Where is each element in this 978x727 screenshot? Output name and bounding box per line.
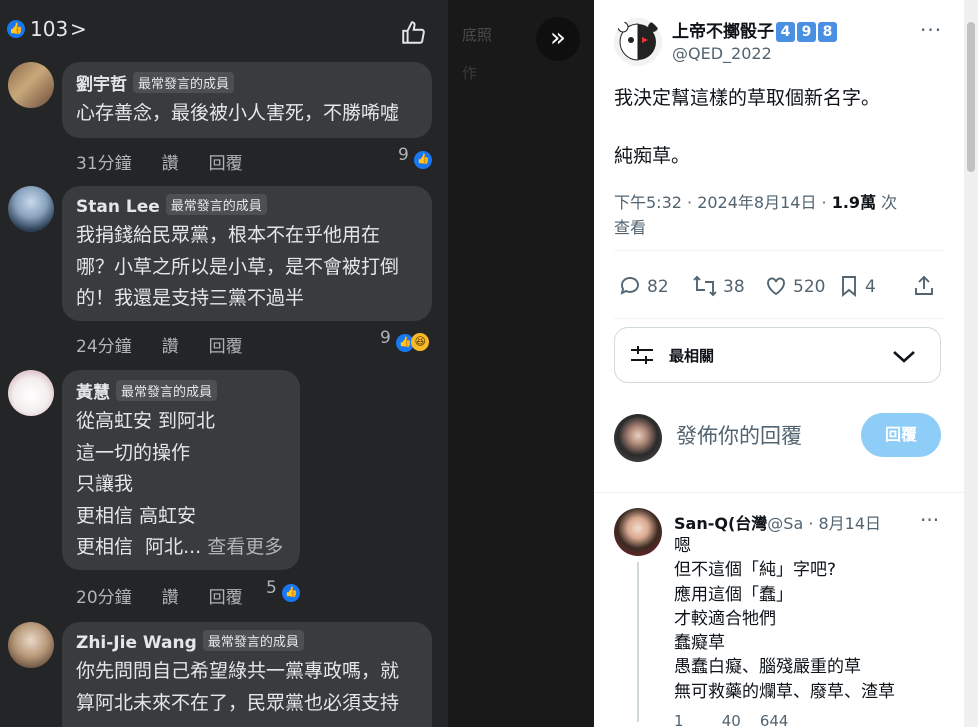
share-button[interactable]: [912, 274, 941, 298]
like-stat[interactable]: 520: [764, 274, 825, 298]
comment-text: 我捐錢給民眾黨，根本不在乎他用在 哪？小草之所以是小草，是不會被打倒 的！我還是…: [76, 224, 400, 309]
reaction-count[interactable]: 103: [30, 17, 68, 41]
member-badge: 最常發言的成員: [133, 72, 235, 93]
like-outline-icon[interactable]: [400, 20, 426, 46]
reply-button[interactable]: 回覆: [861, 413, 941, 457]
avatar[interactable]: [8, 62, 54, 108]
sliders-icon: [631, 346, 653, 364]
reply-count: 82: [647, 277, 669, 297]
member-badge: 最常發言的成員: [165, 194, 267, 215]
comment-time: 24分鐘: [76, 337, 132, 357]
tweet-meta: 下午5:32 · 2024年8月14日 · 1.9萬 次 查看: [614, 190, 934, 240]
tweet-panel: 上帝不擲骰子 4 9 8 @QED_2022 ··· 我決定幫這樣的草取個新名字。 純…: [594, 0, 964, 727]
comment-bubble: Stan Lee 最常發言的成員 我捐錢給民眾黨，根本不在乎他用在 哪？小草之所以…: [62, 186, 432, 321]
background-video-area: 底照 作 »: [448, 0, 594, 727]
more-options-icon[interactable]: ···: [920, 18, 942, 42]
facebook-comments-panel: 👍 103 > 劉宇哲 最常發言的成員 心存善念，最後被小人害死，不勝唏噓 31分…: [0, 0, 448, 727]
double-chevron-right-icon[interactable]: »: [536, 17, 580, 61]
reply-handle-date[interactable]: @Sa · 8月14日: [767, 514, 881, 533]
comment-bubble: 劉宇哲 最常發言的成員 心存善念，最後被小人害死，不勝唏噓: [62, 62, 432, 138]
retweet-count: 38: [723, 277, 745, 297]
sort-label: 最相關: [669, 347, 715, 365]
comment-author[interactable]: Zhi-Jie Wang: [76, 633, 197, 653]
reactions-header: 👍 103 >: [0, 0, 448, 60]
reaction-number: 5: [266, 578, 277, 598]
comment-text: 從高虹安 到阿北 這一切的操作 只讓我 更相信 高虹安 更相信 阿北... 查看…: [76, 406, 286, 564]
chevron-down-icon: [893, 351, 915, 363]
retweet-stat[interactable]: 38: [692, 274, 745, 298]
display-name[interactable]: 上帝不擲骰子 4 9 8: [672, 17, 837, 42]
divider: [614, 318, 944, 319]
reply-engagement: 1 40 644: [674, 712, 789, 727]
keycap-digit: 9: [797, 22, 816, 42]
tweet-text: 我決定幫這樣的草取個新名字。 純痴草。: [614, 87, 881, 167]
like-reaction-icon: 👍: [7, 20, 25, 38]
avatar[interactable]: [8, 370, 54, 416]
scrollbar-thumb[interactable]: [967, 22, 975, 172]
reply-link[interactable]: 回覆: [209, 588, 243, 608]
member-badge: 最常發言的成員: [116, 380, 218, 401]
heart-icon: [767, 277, 785, 296]
comment-author[interactable]: Stan Lee: [76, 197, 160, 217]
reply-stat[interactable]: 82: [618, 274, 669, 298]
more-options-icon[interactable]: ···: [920, 508, 939, 532]
divider: [594, 492, 964, 493]
handle[interactable]: @QED_2022: [672, 44, 772, 63]
like-count: 520: [793, 277, 826, 297]
keycap-digit: 8: [818, 22, 837, 42]
avatar[interactable]: [8, 622, 54, 668]
avatar[interactable]: [614, 508, 662, 556]
comment-reactions[interactable]: 9 👍: [398, 145, 433, 169]
display-name-text: 上帝不擲骰子: [672, 22, 774, 42]
comment-time: 31分鐘: [76, 154, 132, 174]
reply-link[interactable]: 回覆: [209, 154, 243, 174]
view-count: 1.9萬: [831, 193, 877, 212]
reaction-number: 9: [398, 145, 409, 165]
comment-text-body: 從高虹安 到阿北 這一切的操作 只讓我 更相信 高虹安 更相信 阿北...: [76, 410, 216, 558]
current-user-avatar[interactable]: [614, 414, 662, 462]
see-more-link[interactable]: 查看更多: [201, 536, 283, 558]
reply-input[interactable]: 發佈你的回覆: [676, 420, 802, 450]
reply-header: San-Q(台灣@Sa · 8月14日: [674, 510, 924, 534]
bookmark-stat[interactable]: 4: [838, 274, 876, 298]
comment-reactions[interactable]: 9 👍 😆: [380, 328, 430, 352]
reaction-number: 9: [380, 328, 391, 348]
avatar[interactable]: [8, 186, 54, 232]
reply-text: 嗯 但不這個「純」字吧? 應用這個「蠢」 才較適合牠們 蠢癡草 愚蠢白癡、腦殘嚴…: [674, 536, 895, 702]
avatar[interactable]: [614, 18, 662, 66]
comment-text: 你先問問自己希望綠共一黨專政嗎，就 算阿北未來不在了，民眾黨也必須支持: [76, 660, 400, 714]
chevron-right-icon[interactable]: >: [70, 17, 87, 41]
bookmark-count: 4: [865, 277, 876, 297]
reply-link[interactable]: 回覆: [209, 337, 243, 357]
bookmark-icon: [842, 276, 856, 298]
like-reaction-icon: 👍: [282, 584, 301, 602]
faded-text: 底照: [462, 26, 493, 44]
tweet-timestamp[interactable]: 下午5:32 · 2024年8月14日 ·: [614, 193, 832, 212]
comment-reactions[interactable]: 5 👍: [266, 578, 301, 602]
member-badge: 最常發言的成員: [202, 630, 304, 651]
share-icon: [915, 275, 933, 295]
keycap-digit: 4: [776, 22, 795, 42]
comment-author[interactable]: 劉宇哲: [76, 75, 127, 95]
comment-author[interactable]: 黃慧: [76, 383, 110, 403]
monokuma-avatar-icon: [614, 18, 662, 66]
comment-text: 心存善念，最後被小人害死，不勝唏噓: [76, 102, 400, 124]
sort-replies-dropdown[interactable]: 最相關: [614, 327, 941, 383]
comment-bubble: Zhi-Jie Wang 最常發言的成員 你先問問自己希望綠共一黨專政嗎，就 算阿…: [62, 622, 432, 727]
divider: [614, 250, 944, 251]
haha-reaction-icon: 😆: [411, 333, 430, 351]
like-link[interactable]: 讚: [162, 154, 179, 174]
like-link[interactable]: 讚: [162, 337, 179, 357]
comment-bubble: 黃慧 最常發言的成員 從高虹安 到阿北 這一切的操作 只讓我 更相信 高虹安 更相…: [62, 370, 300, 570]
faded-text: 作: [462, 64, 478, 82]
reply-author[interactable]: San-Q(台灣: [674, 514, 767, 533]
retweet-icon: [693, 275, 717, 297]
scrollbar[interactable]: [964, 0, 978, 727]
thread-line: [637, 562, 639, 722]
like-reaction-icon: 👍: [414, 151, 433, 169]
comment-time: 20分鐘: [76, 588, 132, 608]
like-link[interactable]: 讚: [162, 588, 179, 608]
reply-icon: [620, 277, 639, 295]
